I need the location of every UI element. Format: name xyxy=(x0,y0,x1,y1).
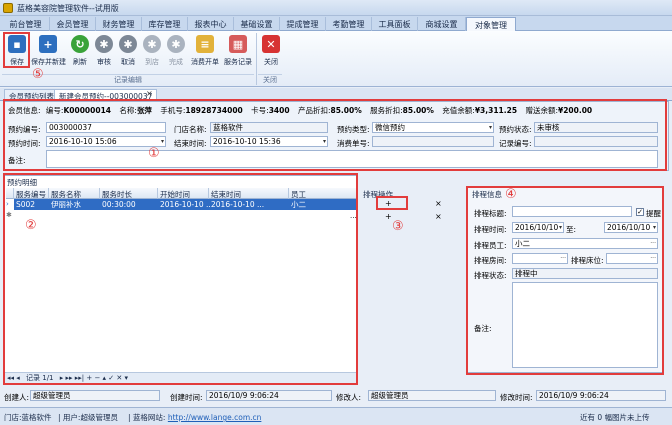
status-site: | 蓝格网站: http://www.lange.com.cn xyxy=(128,413,262,422)
status-upload: 近有 0 幅图片未上传 xyxy=(580,413,650,422)
modifier-field[interactable]: 超级管理员 xyxy=(368,390,496,401)
app-logo-icon xyxy=(3,3,13,13)
close-tab-icon[interactable]: × xyxy=(146,89,153,98)
status-store: 门店:蓝格软件 xyxy=(4,413,52,422)
remove-schedule-button[interactable]: × xyxy=(435,199,442,208)
highlight-save xyxy=(3,32,30,68)
main-menu-tabs: 前台管理 会员管理 财务管理 库存管理 报表中心 基础设置 提成管理 考勤管理 … xyxy=(0,16,672,31)
title-bar: 蓝格美容院管理软件--试用版 xyxy=(0,0,672,16)
consume-bill-button[interactable]: ≡ 消费开单 xyxy=(190,33,220,75)
annotation-5: ⑤ xyxy=(32,67,44,82)
highlight-header xyxy=(3,99,667,171)
annotation-3: ③ xyxy=(392,219,404,234)
modify-time-field[interactable]: 2016/10/9 9:06:24 xyxy=(536,390,666,401)
calendar-icon: ▦ xyxy=(229,35,247,53)
gear-icon: ✱ xyxy=(143,35,161,53)
add-schedule-button-2[interactable]: + xyxy=(385,212,392,221)
tab-finance[interactable]: 财务管理 xyxy=(96,17,142,31)
tab-basic-settings[interactable]: 基础设置 xyxy=(234,17,280,31)
annotation-1: ① xyxy=(148,146,160,161)
highlight-schedule-add xyxy=(376,196,408,210)
cancel-button[interactable]: ✱ 取消 xyxy=(116,33,140,75)
refresh-icon: ↻ xyxy=(71,35,89,53)
window-title: 蓝格美容院管理软件--试用版 xyxy=(17,4,119,13)
ribbon-group-close: 关闭 xyxy=(258,74,282,85)
more-icon[interactable]: ... xyxy=(350,212,357,220)
tab-front-desk[interactable]: 前台管理 xyxy=(2,17,50,31)
tab-inventory[interactable]: 库存管理 xyxy=(142,17,188,31)
arrive-button[interactable]: ✱ 到店 xyxy=(140,33,164,75)
receipt-icon: ≡ xyxy=(196,35,214,53)
tab-mall-settings[interactable]: 商城设置 xyxy=(418,17,466,31)
close-icon: ✕ xyxy=(262,35,280,53)
complete-button[interactable]: ✱ 完成 xyxy=(164,33,188,75)
status-bar: 门店:蓝格软件 | 用户:超级管理员 | 蓝格网站: http://www.la… xyxy=(0,407,672,425)
approve-button[interactable]: ✱ 审核 xyxy=(92,33,116,75)
remove-schedule-button-2[interactable]: × xyxy=(435,212,442,221)
highlight-schedule-info xyxy=(466,186,664,375)
website-link[interactable]: http://www.lange.com.cn xyxy=(168,413,262,422)
annotation-4: ④ xyxy=(505,187,517,202)
tab-tools[interactable]: 工具面板 xyxy=(372,17,418,31)
create-time-field[interactable]: 2016/10/9 9:06:24 xyxy=(206,390,332,401)
annotation-2: ② xyxy=(25,218,37,233)
tab-object-management[interactable]: 对象管理 xyxy=(466,17,516,31)
tab-member[interactable]: 会员管理 xyxy=(50,17,96,31)
ribbon-separator xyxy=(256,33,257,85)
tab-attendance[interactable]: 考勤管理 xyxy=(326,17,372,31)
save-new-icon: + xyxy=(39,35,57,53)
gear-icon: ✱ xyxy=(119,35,137,53)
highlight-detail xyxy=(3,173,358,385)
close-button[interactable]: ✕ 关闭 xyxy=(259,33,283,75)
tab-commission[interactable]: 提成管理 xyxy=(280,17,326,31)
tab-reports[interactable]: 报表中心 xyxy=(188,17,234,31)
refresh-button[interactable]: ↻ 刷新 xyxy=(68,33,92,75)
gear-icon: ✱ xyxy=(167,35,185,53)
creator-field[interactable]: 超级管理员 xyxy=(30,390,160,401)
service-record-button[interactable]: ▦ 服务记录 xyxy=(222,33,254,75)
gear-icon: ✱ xyxy=(95,35,113,53)
status-user: | 用户:超级管理员 xyxy=(58,413,118,422)
